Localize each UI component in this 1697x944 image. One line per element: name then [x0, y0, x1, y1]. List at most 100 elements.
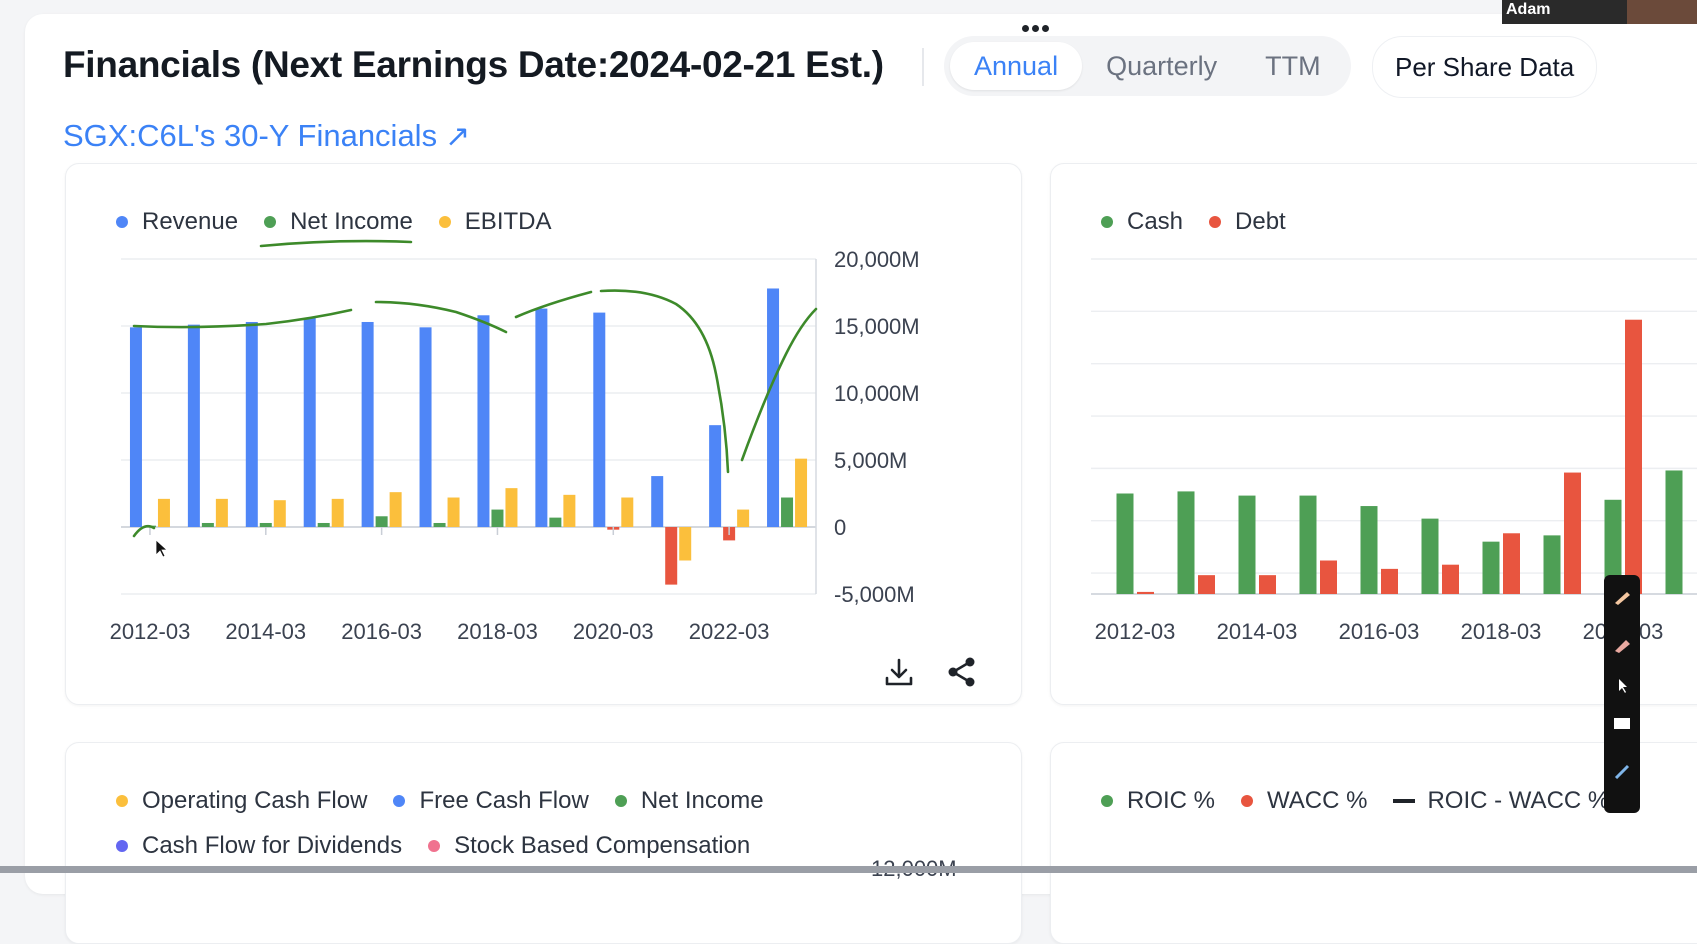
debt-bar: [1564, 472, 1581, 594]
cash-bar: [1543, 535, 1561, 594]
net-income-bar: [201, 522, 214, 527]
roic-wacc-line-swatch: [1393, 799, 1416, 803]
tab-quarterly[interactable]: Quarterly: [1082, 42, 1241, 90]
debt-bar: [1503, 533, 1520, 594]
x-tick-label: 2018-03: [457, 619, 538, 644]
tab-annual[interactable]: Annual: [950, 42, 1083, 90]
pointer-icon[interactable]: [1612, 677, 1632, 693]
wacc-dot: [1241, 795, 1254, 807]
roic-dot: [1101, 795, 1113, 807]
net-income-bar: [375, 516, 388, 527]
legend-item-stock-based-compensation[interactable]: Stock Based Compensation: [428, 832, 750, 860]
cashflow-legend-row-2: Cash Flow for Dividends Stock Based Comp…: [116, 832, 776, 860]
net-income-bar: [781, 497, 794, 527]
legend-label: Free Cash Flow: [419, 787, 589, 814]
cash-bar: [1482, 541, 1500, 594]
balance-chart-card: Cash Debt 2012-032014-032016-032018-0320…: [1050, 163, 1697, 705]
legend-item-wacc[interactable]: WACC %: [1241, 787, 1367, 815]
legend-item-roic-minus-wacc[interactable]: ROIC - WACC %: [1393, 787, 1609, 815]
financials-30y-link[interactable]: SGX:C6L's 30-Y Financials ↗: [63, 118, 470, 154]
ebitda-bar: [621, 497, 634, 527]
legend-label: Operating Cash Flow: [142, 787, 368, 814]
debt-bar: [1320, 560, 1337, 594]
ebitda-bar: [563, 494, 576, 527]
ebitda-bar: [157, 498, 170, 527]
period-toggle: Annual Quarterly TTM: [944, 36, 1351, 96]
revenue-bar: [187, 324, 200, 527]
net-income-dot: [614, 795, 627, 807]
divider: [922, 48, 924, 86]
cash-bar: [1360, 506, 1378, 594]
net-income-bar: [259, 522, 272, 527]
revenue-bar: [129, 327, 142, 527]
debt-bar: [1198, 575, 1215, 594]
ebitda-bar: [795, 458, 808, 527]
annotation-stroke: [132, 308, 353, 329]
revenue-bar: [767, 288, 780, 527]
legend-label: Cash Flow for Dividends: [142, 832, 403, 859]
page-title: Financials (Next Earnings Date:2024-02-2…: [63, 44, 884, 85]
net-income-bar: [491, 509, 504, 527]
legend-item-operating-cash-flow[interactable]: Operating Cash Flow: [116, 787, 367, 815]
x-tick-label: 2020-03: [573, 619, 654, 644]
ebitda-bar: [505, 488, 518, 527]
participant-video: [1627, 0, 1697, 24]
income-chart: 20,000M 15,000M 10,000M 5,000M 0 -5,000M 2012-…: [110, 239, 920, 644]
operating-cash-flow-dot: [116, 795, 128, 807]
revenue-bar: [477, 315, 490, 527]
debt-bar: [1442, 564, 1459, 594]
revenue-bar: [593, 312, 606, 527]
ebitda-bar: [389, 492, 402, 527]
video-participant-tile: Adam: [1502, 0, 1697, 24]
ebitda-bar: [273, 500, 286, 527]
revenue-bar: [361, 321, 374, 527]
download-icon[interactable]: [881, 654, 917, 690]
legend-label: Stock Based Compensation: [454, 832, 751, 859]
pen-icon[interactable]: [1612, 589, 1632, 605]
ebitda-bar: [679, 527, 692, 561]
revenue-bar: [419, 327, 432, 527]
annotation-stroke: [259, 239, 413, 248]
financials-link-label: SGX:C6L's 30-Y Financials: [63, 118, 438, 153]
legend-item-cash-flow-dividends[interactable]: Cash Flow for Dividends: [116, 832, 402, 860]
revenue-bar: [709, 425, 722, 527]
debt-bar: [1625, 319, 1642, 594]
balance-chart: 2012-032014-032016-032018-032020-03: [1091, 258, 1697, 644]
y-tick-label: 20,000M: [834, 247, 920, 272]
ebitda-bar: [331, 498, 344, 527]
net-income-bar: [665, 527, 678, 585]
cash-bar: [1665, 470, 1683, 594]
legend-item-free-cash-flow[interactable]: Free Cash Flow: [393, 787, 589, 815]
cash-bar: [1238, 495, 1256, 594]
share-icon[interactable]: [944, 654, 980, 690]
cashflow-chart-card: Operating Cash Flow Free Cash Flow Net I…: [65, 742, 1022, 944]
pen-tool-icon[interactable]: [1612, 763, 1632, 779]
revenue-bar: [651, 476, 664, 527]
participant-name: Adam: [1506, 1, 1551, 18]
highlighter-icon[interactable]: [1612, 637, 1632, 653]
mouse-cursor-icon: [155, 539, 169, 558]
arrow-up-right-icon: ↗: [445, 120, 471, 153]
x-tick-label: 2018-03: [1461, 619, 1542, 644]
free-cash-flow-dot: [393, 795, 406, 807]
legend-label: Net Income: [640, 787, 764, 814]
legend-label: ROIC %: [1127, 787, 1216, 814]
y-tick-label: 10,000M: [834, 381, 920, 406]
legend-item-roic[interactable]: ROIC %: [1101, 787, 1215, 815]
y-tick-label: 15,000M: [834, 314, 920, 339]
revenue-bar: [245, 321, 258, 527]
x-tick-label: 2022-03: [689, 619, 770, 644]
sbc-dot: [428, 840, 441, 852]
per-share-data-button[interactable]: Per Share Data: [1372, 36, 1598, 98]
legend-item-net-income[interactable]: Net Income: [614, 787, 764, 815]
debt-bar: [1137, 591, 1154, 594]
y-tick-label: 5,000M: [834, 448, 907, 473]
net-income-bar: [549, 517, 562, 527]
tab-ttm[interactable]: TTM: [1241, 42, 1344, 90]
cashflow-legend-row-1: Operating Cash Flow Free Cash Flow Net I…: [116, 787, 790, 815]
ebitda-bar: [737, 509, 750, 527]
eraser-icon[interactable]: [1612, 715, 1632, 731]
x-tick-label: 2014-03: [1217, 619, 1298, 644]
revenue-bar: [303, 317, 316, 527]
drag-handle-icon[interactable]: [1020, 25, 1050, 32]
